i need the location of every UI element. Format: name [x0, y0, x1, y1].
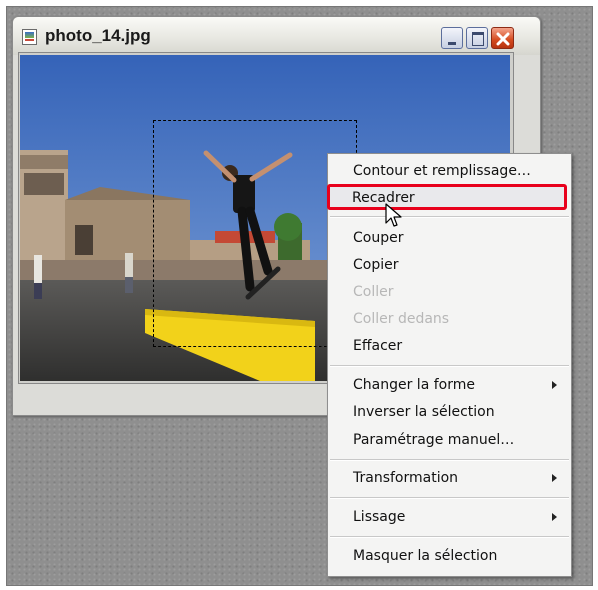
- menu-item-label: Effacer: [353, 338, 403, 354]
- menu-item-label: Couper: [353, 230, 404, 246]
- menu-item-invert-selection[interactable]: Inverser la sélection: [328, 400, 571, 424]
- menu-item-label: Coller dedans: [353, 311, 450, 327]
- menu-item-cut[interactable]: Couper: [328, 226, 571, 250]
- menu-item-label: Copier: [353, 257, 399, 273]
- submenu-arrow-icon: [552, 513, 557, 521]
- menu-item-manual-settings[interactable]: Paramétrage manuel…: [328, 428, 571, 452]
- close-button[interactable]: [491, 27, 514, 49]
- close-icon: [496, 32, 510, 46]
- menu-separator: [330, 365, 569, 367]
- image-file-icon: [22, 29, 37, 45]
- menu-separator: [330, 216, 569, 218]
- menu-item-copy[interactable]: Copier: [328, 253, 571, 277]
- maximize-button[interactable]: [466, 27, 488, 49]
- menu-item-label: Masquer la sélection: [353, 548, 498, 564]
- menu-item-label: Recadrer: [352, 190, 415, 206]
- menu-item-paste: Coller: [328, 280, 571, 304]
- menu-item-change-shape[interactable]: Changer la forme: [328, 373, 571, 397]
- menu-item-crop-hover-label: Recadrer: [327, 186, 567, 210]
- menu-item-paste-into: Coller dedans: [328, 307, 571, 331]
- menu-item-erase[interactable]: Effacer: [328, 334, 571, 358]
- menu-item-smoothing[interactable]: Lissage: [328, 505, 571, 529]
- menu-separator: [330, 497, 569, 499]
- context-menu: Contour et remplissage… Recadrer Couper …: [327, 153, 572, 577]
- menu-item-contour-fill[interactable]: Contour et remplissage…: [328, 159, 571, 183]
- window-title: photo_14.jpg: [45, 26, 151, 45]
- menu-separator: [330, 536, 569, 538]
- title-bar[interactable]: photo_14.jpg: [13, 17, 540, 55]
- mouse-cursor-icon: [385, 203, 402, 227]
- menu-item-label: Contour et remplissage…: [353, 163, 531, 179]
- menu-item-label: Changer la forme: [353, 377, 475, 393]
- menu-item-label: Transformation: [353, 470, 459, 486]
- submenu-arrow-icon: [552, 381, 557, 389]
- menu-item-label: Inverser la sélection: [353, 404, 495, 420]
- menu-separator: [330, 459, 569, 461]
- menu-item-label: Coller: [353, 284, 394, 300]
- menu-item-hide-selection[interactable]: Masquer la sélection: [328, 544, 571, 568]
- minimize-button[interactable]: [441, 27, 463, 49]
- menu-item-transformation[interactable]: Transformation: [328, 466, 571, 490]
- submenu-arrow-icon: [552, 474, 557, 482]
- menu-item-label: Lissage: [353, 509, 406, 525]
- menu-item-label: Paramétrage manuel…: [353, 432, 515, 448]
